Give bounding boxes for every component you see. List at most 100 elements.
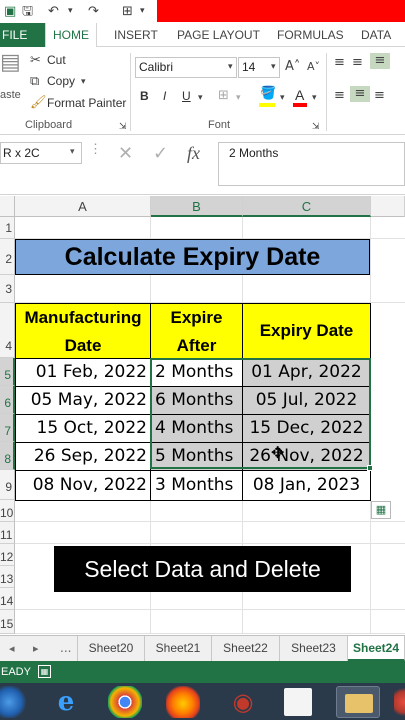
column-header-b[interactable]: B bbox=[151, 196, 243, 217]
font-size-dropdown-icon[interactable]: ▾ bbox=[271, 59, 276, 75]
tab-data[interactable]: DATA bbox=[361, 23, 391, 47]
border-dropdown-icon[interactable]: ▾ bbox=[236, 90, 241, 106]
name-box-dropdown-icon[interactable]: ▾ bbox=[70, 147, 75, 157]
expire-after-cell[interactable]: 3 Months bbox=[150, 470, 243, 501]
increase-font-icon[interactable]: A˄ bbox=[285, 59, 300, 75]
row-header-7[interactable]: 7 bbox=[0, 414, 15, 442]
format-painter-button[interactable]: Format Painter bbox=[47, 96, 126, 110]
paste-label[interactable]: aste bbox=[0, 89, 21, 101]
align-left-icon[interactable]: ≡ bbox=[334, 88, 345, 104]
sheet-tab-23[interactable]: Sheet23 bbox=[280, 636, 348, 661]
file-explorer-icon[interactable] bbox=[336, 686, 380, 718]
expiry-date-cell[interactable]: 26 Nov, 2022 bbox=[242, 442, 371, 471]
start-button-icon[interactable] bbox=[0, 686, 26, 718]
expiry-date-cell[interactable]: 08 Jan, 2023 bbox=[242, 470, 371, 501]
row-header-4[interactable]: 4 bbox=[0, 303, 15, 358]
bold-button[interactable]: B bbox=[140, 89, 149, 103]
row-header-10[interactable]: 10 bbox=[0, 500, 15, 522]
redo-icon[interactable]: ↷ bbox=[88, 3, 99, 20]
underline-button[interactable]: U bbox=[182, 89, 191, 103]
header-expiry-date[interactable]: Expiry Date bbox=[242, 303, 371, 359]
expire-after-cell[interactable]: 2 Months bbox=[150, 358, 243, 387]
select-all-corner[interactable] bbox=[0, 196, 15, 217]
mfg-date-cell[interactable]: 01 Feb, 2022 bbox=[15, 358, 151, 387]
expiry-date-cell[interactable]: 05 Jul, 2022 bbox=[242, 386, 371, 415]
copy-dropdown-icon[interactable]: ▾ bbox=[81, 74, 86, 90]
header-expire-after[interactable]: Expire After bbox=[150, 303, 243, 359]
expiry-date-cell[interactable]: 15 Dec, 2022 bbox=[242, 414, 371, 443]
align-top-icon[interactable]: ≡ bbox=[334, 55, 345, 71]
more-sheets-button[interactable]: ... bbox=[60, 636, 71, 661]
insert-function-icon[interactable]: fx bbox=[187, 143, 200, 164]
expire-after-cell[interactable]: 4 Months bbox=[150, 414, 243, 443]
copy-icon[interactable]: ⧉ bbox=[30, 74, 39, 90]
row-header-5[interactable]: 5 bbox=[0, 358, 15, 386]
chrome-icon[interactable] bbox=[108, 686, 142, 718]
align-bottom-icon[interactable]: ≡ bbox=[370, 53, 390, 69]
quick-analysis-icon[interactable]: ▦ bbox=[371, 501, 391, 519]
save-icon[interactable]: 🖫 bbox=[22, 3, 33, 20]
media-player-icon[interactable]: ◉ bbox=[226, 686, 260, 718]
decrease-font-icon[interactable]: A˅ bbox=[307, 59, 320, 75]
fill-color-icon[interactable]: 🪣 bbox=[260, 86, 276, 102]
copy-button[interactable]: Copy bbox=[47, 74, 75, 88]
tab-home[interactable]: HOME bbox=[45, 23, 97, 48]
mfg-date-cell[interactable]: 26 Sep, 2022 bbox=[15, 442, 151, 471]
header-manufacturing-date[interactable]: Manufacturing Date bbox=[15, 303, 151, 359]
scroll-right-icon[interactable]: ▸ bbox=[33, 636, 39, 661]
fill-color-dropdown-icon[interactable]: ▾ bbox=[280, 90, 285, 106]
borders-icon[interactable]: ⊞ bbox=[122, 3, 133, 20]
sheet-tab-20[interactable]: Sheet20 bbox=[77, 636, 145, 661]
font-name-dropdown-icon[interactable]: ▾ bbox=[228, 59, 233, 75]
sheet-title-cell[interactable]: Calculate Expiry Date bbox=[15, 239, 370, 275]
undo-icon[interactable]: ↶ bbox=[48, 3, 59, 20]
column-header-a[interactable]: A bbox=[15, 196, 151, 217]
tab-page-layout[interactable]: PAGE LAYOUT bbox=[177, 23, 260, 47]
underline-dropdown-icon[interactable]: ▾ bbox=[198, 90, 203, 106]
align-middle-icon[interactable]: ≡ bbox=[352, 55, 363, 71]
row-header-14[interactable]: 14 bbox=[0, 588, 15, 610]
tab-formulas[interactable]: FORMULAS bbox=[277, 23, 344, 47]
customize-qat-icon[interactable]: ▾ bbox=[140, 3, 145, 20]
row-header-12[interactable]: 12 bbox=[0, 544, 15, 566]
sheet-tab-22[interactable]: Sheet22 bbox=[212, 636, 280, 661]
row-header-2[interactable]: 2 bbox=[0, 239, 15, 275]
mfg-date-cell[interactable]: 08 Nov, 2022 bbox=[15, 470, 151, 501]
tab-file[interactable]: FILE bbox=[0, 23, 45, 47]
formula-input[interactable]: 2 Months bbox=[218, 142, 405, 186]
row-header-9[interactable]: 9 bbox=[0, 470, 15, 500]
expire-after-cell[interactable]: 6 Months bbox=[150, 386, 243, 415]
font-color-icon[interactable]: A bbox=[295, 87, 304, 103]
align-right-icon[interactable]: ≡ bbox=[374, 88, 385, 104]
paste-icon[interactable]: ▤ bbox=[0, 52, 21, 74]
row-header-11[interactable]: 11 bbox=[0, 522, 15, 544]
internet-explorer-icon[interactable]: e bbox=[48, 686, 84, 718]
column-header-c[interactable]: C bbox=[243, 196, 371, 217]
sheet-tab-21[interactable]: Sheet21 bbox=[145, 636, 212, 661]
font-launcher-icon[interactable]: ⇲ bbox=[312, 119, 320, 135]
row-header-8[interactable]: 8 bbox=[0, 442, 15, 470]
mfg-date-cell[interactable]: 15 Oct, 2022 bbox=[15, 414, 151, 443]
row-header-15[interactable]: 15 bbox=[0, 610, 15, 634]
macro-record-icon[interactable]: ▦ bbox=[38, 665, 51, 678]
sheet-tab-24[interactable]: Sheet24 bbox=[348, 636, 405, 661]
fill-handle[interactable] bbox=[367, 465, 373, 471]
enter-icon[interactable]: ✓ bbox=[153, 143, 168, 164]
border-icon[interactable]: ⊞ bbox=[218, 88, 229, 104]
tab-insert[interactable]: INSERT bbox=[114, 23, 158, 47]
align-center-icon[interactable]: ≡ bbox=[350, 86, 370, 102]
mfg-date-cell[interactable]: 05 May, 2022 bbox=[15, 386, 151, 415]
row-header-13[interactable]: 13 bbox=[0, 566, 15, 588]
expire-after-cell[interactable]: 5 Months bbox=[150, 442, 243, 471]
row-header-1[interactable]: 1 bbox=[0, 217, 15, 239]
font-name-box[interactable]: Calibri bbox=[135, 57, 237, 78]
cut-icon[interactable]: ✂ bbox=[30, 53, 41, 69]
expiry-date-cell[interactable]: 01 Apr, 2022 bbox=[242, 358, 371, 387]
format-painter-icon[interactable]: 🖌 bbox=[30, 95, 47, 111]
scroll-left-icon[interactable]: ◂ bbox=[9, 636, 15, 661]
row-header-3[interactable]: 3 bbox=[0, 275, 15, 303]
undo-dropdown-icon[interactable]: ▾ bbox=[68, 3, 73, 20]
cut-button[interactable]: Cut bbox=[47, 53, 66, 67]
italic-button[interactable]: I bbox=[163, 89, 166, 103]
font-color-dropdown-icon[interactable]: ▾ bbox=[312, 90, 317, 106]
